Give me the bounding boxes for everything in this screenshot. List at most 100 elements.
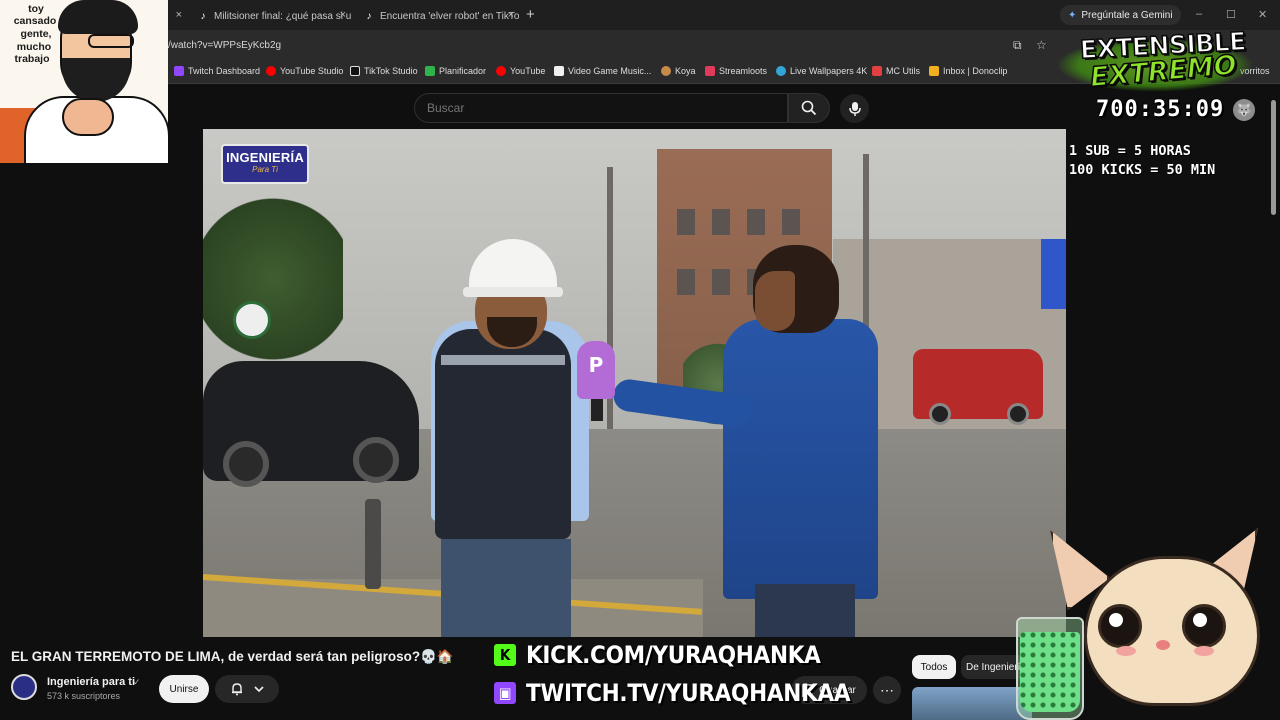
bookmark-planificador[interactable]: Planificador — [425, 66, 486, 76]
twitch-icon: ▣ — [494, 682, 516, 704]
wallpaper-icon — [776, 66, 786, 76]
youtube-studio-icon — [266, 66, 276, 76]
planner-icon — [425, 66, 435, 76]
close-icon[interactable]: × — [340, 9, 346, 21]
tiktok-icon: ♪ — [200, 10, 206, 22]
bookmark-twitch-dashboard[interactable]: Twitch Dashboard — [174, 66, 260, 76]
reporter-jeans — [755, 584, 855, 637]
star-icon[interactable]: ☆ — [1036, 38, 1047, 52]
cat-nose — [1156, 640, 1170, 650]
minimize-button[interactable]: – — [1196, 8, 1202, 20]
bookmark-koya[interactable]: Koya — [661, 66, 696, 76]
bookmark-tiktok-studio[interactable]: TikTok Studio — [350, 66, 418, 76]
caption-line: mucho — [16, 41, 52, 53]
chevron-down-icon — [254, 686, 264, 693]
bookmark-donoclip[interactable]: Inbox | Donoclip — [929, 66, 1007, 76]
bookmark-youtube[interactable]: YouTube — [496, 66, 545, 76]
avatar-hair — [58, 0, 138, 34]
search-button[interactable] — [788, 93, 830, 123]
streamloots-icon — [705, 66, 715, 76]
microphone-icon — [848, 101, 861, 116]
bookmark-live-wallpapers[interactable]: Live Wallpapers 4K — [776, 66, 867, 76]
video-car — [203, 361, 419, 487]
gemini-button[interactable]: ✦ Pregúntale a Gemini — [1060, 5, 1181, 25]
gemini-label: Pregúntale a Gemini — [1081, 9, 1173, 21]
mc-utils-icon — [872, 66, 882, 76]
search-input[interactable] — [427, 101, 767, 115]
close-window-button[interactable]: ✕ — [1258, 8, 1267, 21]
koya-icon — [661, 66, 671, 76]
rule-sub: 1 SUB = 5 HORAS — [1069, 143, 1191, 159]
tab-encuentra[interactable]: ♪ Encuentra 'elver robot' en TikTo × — [358, 5, 520, 27]
cat-sticker — [1044, 528, 1280, 720]
close-icon[interactable]: × — [508, 9, 514, 21]
join-button[interactable]: Unirse — [159, 675, 209, 703]
tab-title: Militsioner final: ¿qué pasa si u — [214, 10, 352, 22]
engineer-vest — [435, 329, 571, 539]
kick-url: KICK.COM/YURAQHANKA — [526, 641, 821, 669]
channel-avatar[interactable] — [11, 674, 37, 700]
bell-icon — [232, 683, 242, 696]
video-title: EL GRAN TERREMOTO DE LIMA, de verdad ser… — [11, 649, 454, 664]
bookmark-youtube-studio[interactable]: YouTube Studio — [266, 66, 343, 76]
caption-line: toy — [28, 3, 44, 15]
bookmark-streamloots[interactable]: Streamloots — [705, 66, 767, 76]
new-tab-button[interactable]: + — [526, 6, 535, 23]
maximize-button[interactable]: ☐ — [1226, 8, 1236, 21]
recommended-thumbnail[interactable] — [912, 687, 1032, 720]
video-building — [1041, 239, 1066, 309]
wolf-icon: 🐺 — [1233, 99, 1255, 121]
page-icon — [554, 66, 564, 76]
subathon-timer: 700:35:09 — [1096, 97, 1225, 122]
verified-icon: ✓ — [133, 677, 141, 687]
gemini-icon: ✦ — [1068, 9, 1077, 21]
rule-kicks: 100 KICKS = 50 MIN — [1069, 162, 1216, 178]
microphone-flag: P — [577, 341, 615, 399]
more-actions-button[interactable]: ⋯ — [873, 676, 901, 704]
tiktok-icon: ♪ — [366, 10, 372, 22]
youtube-icon — [496, 66, 506, 76]
tab-close-button[interactable]: × — [168, 5, 188, 27]
kick-icon: K — [494, 644, 516, 666]
browser-tab-bar: × ♪ Militsioner final: ¿qué pasa si u × … — [0, 0, 1280, 30]
reporter-shirt — [723, 319, 878, 599]
notification-bell-button[interactable] — [215, 675, 279, 703]
channel-name[interactable]: Ingeniería para ti — [47, 676, 135, 688]
tab-title: Encuentra 'elver robot' en TikTo — [380, 10, 520, 22]
video-truck — [913, 349, 1043, 425]
tiktok-icon — [350, 66, 360, 76]
caption-line: trabajo — [14, 53, 50, 65]
chip-all[interactable]: Todos — [912, 655, 956, 679]
cat-eye — [1182, 604, 1226, 648]
streamer-avatar-overlay: toy cansado gente, mucho trabajo — [0, 0, 168, 163]
page-scrollbar[interactable] — [1271, 100, 1276, 215]
donoclip-icon — [929, 66, 939, 76]
kick-url-overlay: K KICK.COM/YURAQHANKA — [494, 641, 821, 669]
cat-eye — [1098, 604, 1142, 648]
voice-search-button[interactable] — [840, 94, 869, 123]
twitch-icon — [174, 66, 184, 76]
watermark-line2: Para Ti — [252, 165, 278, 174]
video-tree — [203, 189, 343, 369]
video-bollard — [365, 499, 381, 589]
watermark-line1: INGENIERÍA — [226, 150, 304, 165]
caption-line: gente, — [20, 28, 52, 40]
bookmark-mc-utils[interactable]: MC Utils — [872, 66, 920, 76]
twitch-url-overlay: ▣ TWITCH.TV/YURAQHANKAA — [494, 679, 851, 707]
reporter-face — [755, 271, 795, 331]
avatar-glasses — [88, 34, 134, 48]
search-box — [414, 93, 788, 123]
cast-icon[interactable]: ⧉ — [1013, 38, 1022, 53]
subscriber-count: 573 k suscriptores — [47, 691, 121, 701]
caption-line: cansado — [13, 15, 57, 27]
url-field[interactable]: /watch?v=WPPsEyKcb2g — [168, 40, 281, 51]
video-player[interactable]: P INGENIERÍA Para Ti — [203, 129, 1066, 637]
twitch-url: TWITCH.TV/YURAQHANKAA — [526, 679, 851, 707]
channel-watermark: INGENIERÍA Para Ti — [221, 144, 309, 184]
avatar-hand — [62, 98, 114, 136]
video-street-sign — [233, 301, 271, 339]
bookmark-video-game-music[interactable]: Video Game Music... — [554, 66, 651, 76]
engineer-jeans — [441, 539, 571, 637]
cat-cheek — [1194, 646, 1214, 656]
tab-militsioner[interactable]: ♪ Militsioner final: ¿qué pasa si u × — [192, 5, 352, 27]
